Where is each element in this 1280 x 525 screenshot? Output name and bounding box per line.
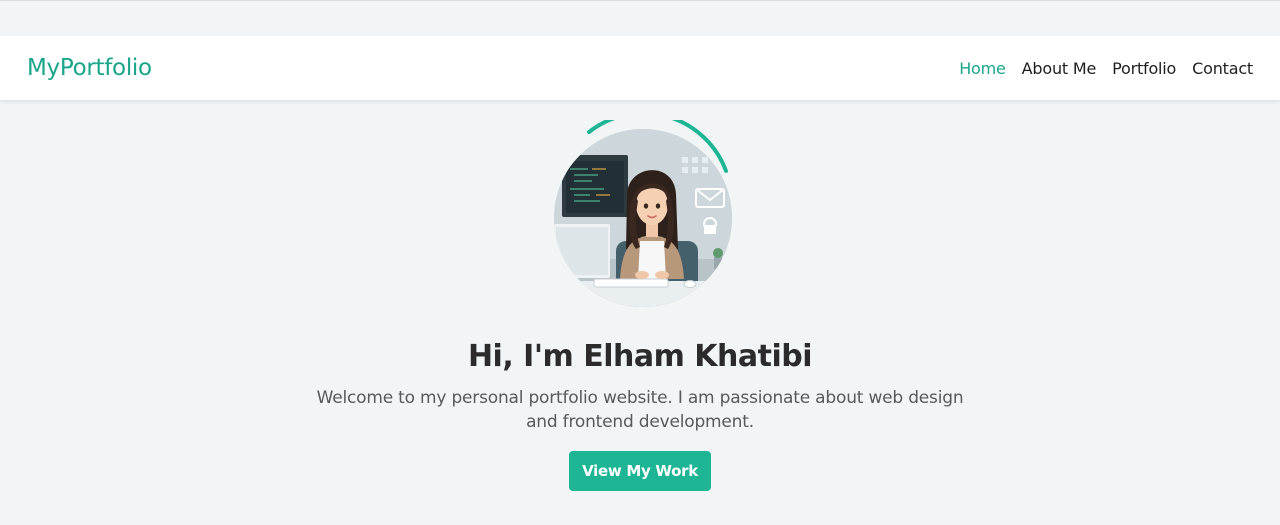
nav-link-about-me[interactable]: About Me — [1022, 59, 1097, 78]
nav-link-contact[interactable]: Contact — [1192, 59, 1253, 78]
avatar-container — [545, 120, 735, 310]
hero-description: Welcome to my personal portfolio website… — [316, 388, 964, 432]
hero-section: Hi, I'm Elham Khatibi Welcome to my pers… — [0, 100, 1280, 525]
navbar: MyPortfolio Home About Me Portfolio Cont… — [0, 36, 1280, 100]
nav-links: Home About Me Portfolio Contact — [959, 59, 1253, 78]
view-my-work-button[interactable]: View My Work — [569, 451, 711, 491]
avatar-image — [554, 129, 732, 307]
avatar-illustration — [554, 129, 732, 307]
nav-link-home[interactable]: Home — [959, 59, 1006, 78]
top-strip — [0, 0, 1280, 36]
nav-link-portfolio[interactable]: Portfolio — [1112, 59, 1176, 78]
brand-logo[interactable]: MyPortfolio — [27, 55, 152, 81]
hero-title: Hi, I'm Elham Khatibi — [467, 339, 813, 374]
